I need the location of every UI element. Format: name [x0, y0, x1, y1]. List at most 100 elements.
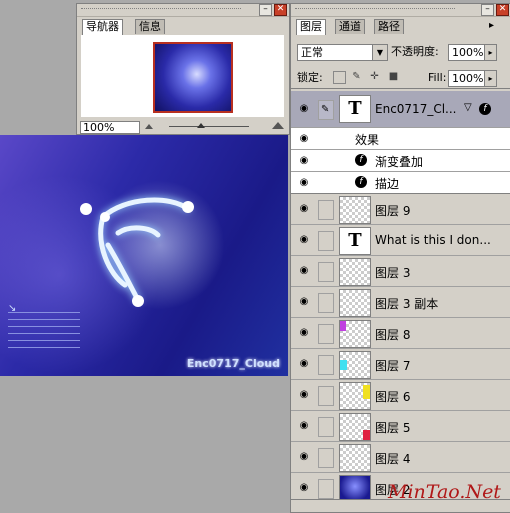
layer-row[interactable]: ◉ 图层 8	[291, 318, 510, 349]
blend-mode-value: 正常	[301, 46, 323, 59]
navigator-titlebar[interactable]: – ✕	[77, 4, 289, 17]
watermark: MinTao.Net	[388, 481, 501, 503]
eye-icon[interactable]: ◉	[297, 390, 311, 400]
zoom-slider[interactable]	[169, 126, 249, 127]
eye-icon[interactable]: ◉	[297, 359, 311, 369]
eye-icon[interactable]: ◉	[297, 134, 311, 144]
navigator-view-box[interactable]	[153, 42, 233, 113]
layer-row[interactable]: ◉ 图层 7	[291, 349, 510, 380]
effect-name: 渐变叠加	[375, 155, 424, 169]
lock-transparent-icon[interactable]	[333, 71, 346, 84]
link-box[interactable]	[318, 417, 334, 437]
layer-name: 图层 4	[375, 452, 411, 466]
lock-icon[interactable]: ■	[388, 71, 399, 82]
panel-menu-icon[interactable]: ▸	[489, 20, 494, 31]
tab-layers[interactable]: 图层	[296, 19, 326, 35]
effects-row[interactable]: ◉ 效果	[291, 128, 510, 150]
eye-icon[interactable]: ◉	[297, 452, 311, 462]
tab-info[interactable]: 信息	[135, 19, 165, 34]
layer-row[interactable]: ◉ 图层 5	[291, 411, 510, 442]
link-box[interactable]	[318, 324, 334, 344]
opacity-dropdown[interactable]: ▸	[484, 44, 497, 61]
eye-icon[interactable]: ◉	[297, 204, 311, 214]
link-box[interactable]	[318, 262, 334, 282]
canvas-signature: Enc0717_Cloud	[186, 357, 280, 370]
layer-row[interactable]: ◉ 图层 4	[291, 442, 510, 473]
brush-icon[interactable]: ✎	[318, 100, 334, 120]
chevron-right-icon: ▸	[485, 45, 496, 60]
eye-icon[interactable]: ◉	[297, 156, 311, 166]
link-box[interactable]	[318, 448, 334, 468]
tab-navigator[interactable]: 导航器	[82, 19, 123, 35]
zoom-out-icon[interactable]	[145, 124, 153, 129]
layer-name: 图层 5	[375, 421, 411, 435]
eye-icon[interactable]: ◉	[297, 483, 311, 493]
layer-row-selected[interactable]: ◉ ✎ T Enc0717_Cl... ▽ f	[291, 91, 510, 128]
layer-name: 图层 9	[375, 204, 411, 218]
eye-icon[interactable]: ◉	[297, 178, 311, 188]
minimize-button[interactable]: –	[259, 4, 272, 16]
link-box[interactable]	[318, 386, 334, 406]
blend-mode-select[interactable]: 正常 ▼	[297, 44, 388, 61]
eye-icon[interactable]: ◉	[297, 328, 311, 338]
drag-grip[interactable]	[295, 8, 455, 13]
document-canvas[interactable]: ↘ Enc0717_Cloud	[0, 135, 288, 376]
close-button[interactable]: ✕	[496, 4, 509, 16]
tab-channels[interactable]: 通道	[335, 19, 365, 34]
effect-name: 描边	[375, 177, 400, 191]
glow-dot	[80, 203, 92, 215]
brush-icon[interactable]: ✎	[351, 71, 362, 82]
layers-titlebar[interactable]: – ✕	[291, 4, 510, 17]
link-box[interactable]	[318, 231, 334, 251]
layer-thumbnail	[339, 351, 371, 379]
eye-icon[interactable]: ◉	[297, 297, 311, 307]
expand-triangle-icon[interactable]: ▽	[464, 102, 472, 113]
layer-thumbnail	[339, 382, 371, 410]
eye-icon[interactable]: ◉	[297, 104, 311, 114]
layer-name: 图层 6	[375, 390, 411, 404]
eye-icon[interactable]: ◉	[297, 421, 311, 431]
layer-thumbnail	[339, 258, 371, 286]
effects-label: 效果	[355, 133, 380, 147]
layer-thumbnail	[339, 289, 371, 317]
zoom-input[interactable]: 100%	[80, 121, 140, 134]
link-box[interactable]	[318, 200, 334, 220]
eye-icon[interactable]: ◉	[297, 235, 311, 245]
layer-row[interactable]: ◉ T What is this I don...	[291, 225, 510, 256]
canvas-fine-print	[8, 312, 80, 354]
chevron-down-icon: ▼	[372, 45, 387, 60]
layer-name: What is this I don...	[375, 233, 491, 247]
link-box[interactable]	[318, 293, 334, 313]
layers-list: ◉ ✎ T Enc0717_Cl... ▽ f ◉ 效果 ◉ f 渐变叠加 ◉ …	[291, 91, 510, 504]
link-box[interactable]	[318, 355, 334, 375]
minimize-button[interactable]: –	[481, 4, 494, 16]
glow-dot	[182, 201, 194, 213]
fx-icon[interactable]: f	[479, 103, 491, 115]
close-button[interactable]: ✕	[274, 4, 287, 16]
move-icon[interactable]: ✛	[369, 71, 380, 82]
fill-input[interactable]: 100%	[448, 70, 485, 87]
text-layer-thumbnail: T	[339, 95, 371, 123]
layer-row[interactable]: ◉ 图层 9	[291, 194, 510, 225]
fill-dropdown[interactable]: ▸	[484, 70, 497, 87]
chevron-right-icon: ▸	[485, 71, 496, 86]
layer-thumbnail	[339, 320, 371, 348]
zoom-in-icon[interactable]	[272, 122, 284, 129]
opacity-label: 不透明度:	[391, 45, 439, 58]
drag-grip[interactable]	[81, 8, 241, 13]
tab-paths[interactable]: 路径	[374, 19, 404, 34]
lock-label: 锁定:	[297, 71, 323, 84]
layer-thumbnail	[339, 444, 371, 472]
opacity-input[interactable]: 100%	[448, 44, 485, 61]
layer-row[interactable]: ◉ 图层 3	[291, 256, 510, 287]
layer-row[interactable]: ◉ 图层 3 副本	[291, 287, 510, 318]
link-box[interactable]	[318, 479, 334, 499]
zoom-slider-handle[interactable]	[197, 123, 205, 128]
layer-name: 图层 3	[375, 266, 411, 280]
eye-icon[interactable]: ◉	[297, 266, 311, 276]
effect-row[interactable]: ◉ f 渐变叠加	[291, 150, 510, 172]
glow-dot	[100, 212, 110, 222]
layer-row[interactable]: ◉ 图层 6	[291, 380, 510, 411]
layer-name: 图层 8	[375, 328, 411, 342]
effect-row[interactable]: ◉ f 描边	[291, 172, 510, 194]
